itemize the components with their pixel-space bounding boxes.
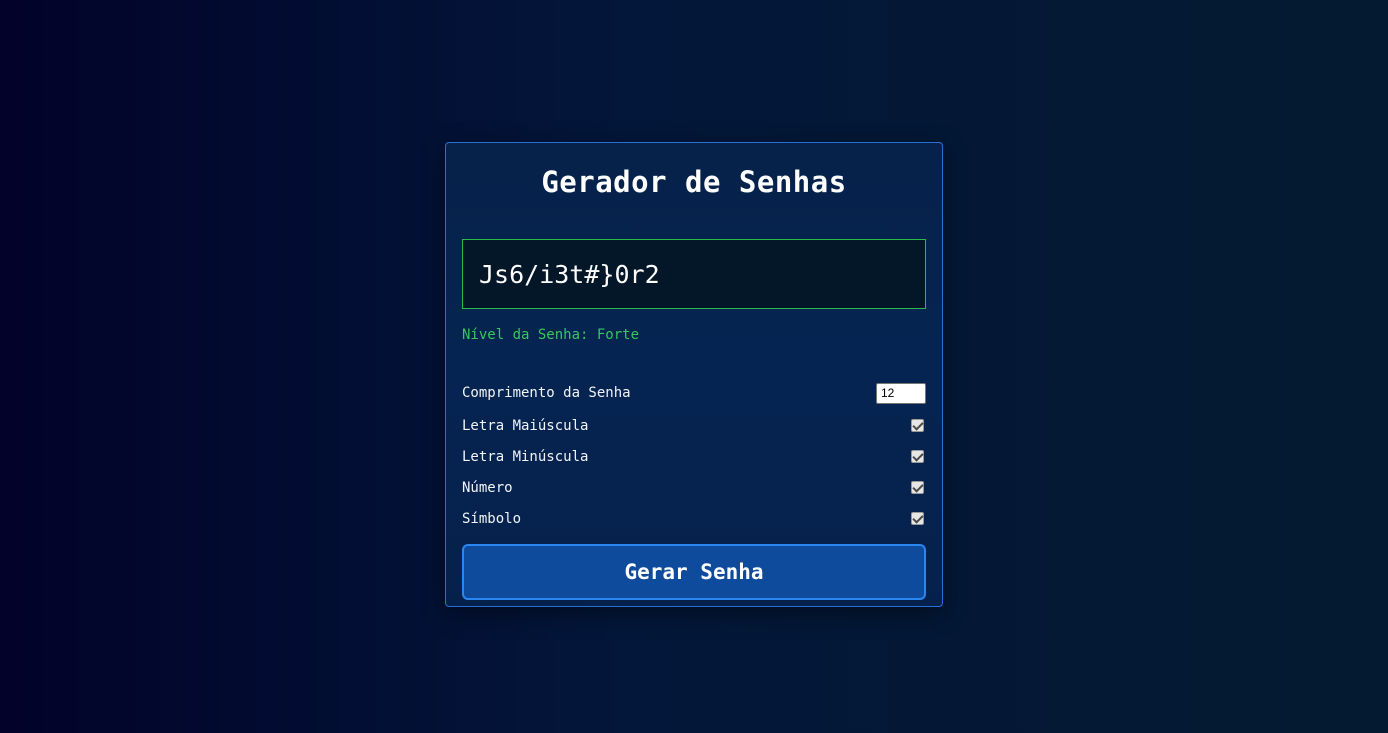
uppercase-checkbox[interactable] [911, 419, 924, 432]
lowercase-label: Letra Minúscula [462, 448, 589, 465]
lowercase-checkbox[interactable] [911, 450, 924, 463]
option-numbers: Número [462, 472, 926, 503]
length-label: Comprimento da Senha [462, 385, 631, 401]
password-generator-card: Gerador de Senhas Js6/i3t#}0r2 Nível da … [445, 142, 943, 607]
length-input[interactable] [876, 382, 926, 404]
numbers-label: Número [462, 479, 513, 496]
uppercase-label: Letra Maiúscula [462, 417, 589, 434]
password-strength-label: Nível da Senha: Forte [462, 327, 640, 343]
generate-password-button[interactable]: Gerar Senha [462, 544, 926, 600]
options-list: Comprimento da Senha Letra Maiúscula Let… [462, 376, 926, 534]
symbols-checkbox[interactable] [911, 512, 924, 525]
password-display[interactable]: Js6/i3t#}0r2 [462, 239, 926, 309]
option-length: Comprimento da Senha [462, 376, 926, 410]
page-title: Gerador de Senhas [541, 165, 847, 199]
symbols-label: Símbolo [462, 510, 522, 527]
numbers-checkbox[interactable] [911, 481, 924, 494]
option-uppercase: Letra Maiúscula [462, 410, 926, 441]
option-symbols: Símbolo [462, 503, 926, 534]
option-lowercase: Letra Minúscula [462, 441, 926, 472]
